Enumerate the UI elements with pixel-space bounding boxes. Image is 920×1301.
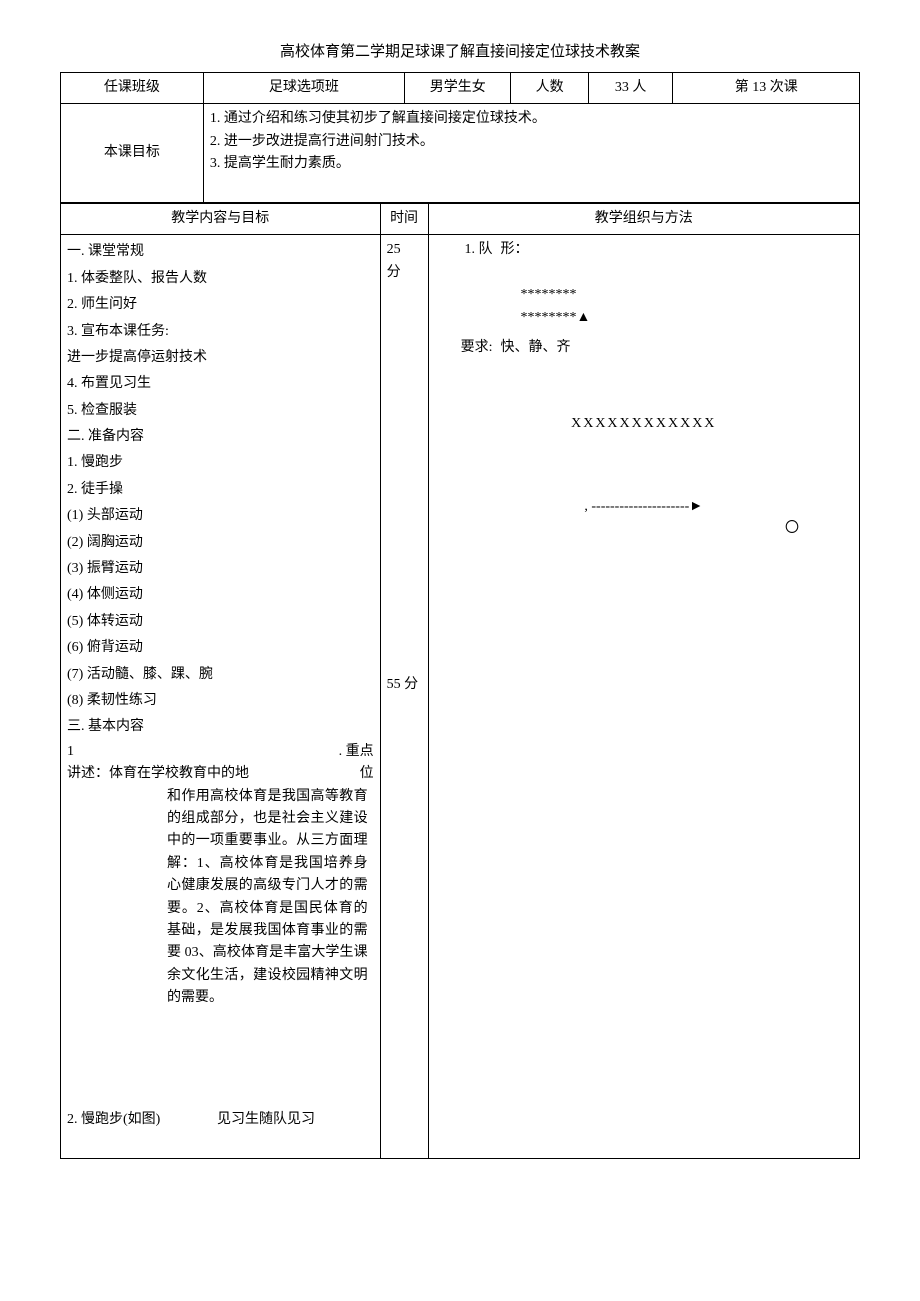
- lecture-line: 讲述：体育在学校教育中的地: [67, 763, 249, 785]
- time-cell: 25 分 55 分: [380, 235, 428, 1159]
- circle-marker: 〇: [429, 518, 859, 540]
- section-heading: 三. 基本内容: [67, 714, 374, 740]
- x-formation: XXXXXXXXXXXX: [429, 413, 859, 435]
- section-heading: 一. 课堂常规: [67, 239, 374, 265]
- formation-number: 1. 队: [429, 235, 497, 333]
- formation-stars-triangle: ********▲: [521, 307, 855, 329]
- list-item: 5. 检查服装: [67, 398, 374, 424]
- lecture-line-suffix: 位: [360, 763, 374, 785]
- class-value: 足球选项班: [203, 73, 404, 104]
- organization-cell: 1. 队 形： ******** ********▲ 要求: 快、静、齐 XXX…: [428, 235, 859, 1159]
- teaching-content: 一. 课堂常规 1. 体委整队、报告人数 2. 师生问好 3. 宣布本课任务: …: [61, 235, 381, 1159]
- list-item: 2. 徒手操: [67, 477, 374, 503]
- jog-item: 2. 慢跑步(如图): [67, 1109, 217, 1131]
- requirement-label: 要求:: [429, 333, 497, 363]
- col-time: 时间: [380, 203, 428, 234]
- item-suffix: . 重点: [339, 741, 374, 763]
- lesson-table: 任课班级 足球选项班 男学生女 人数 33 人 第 13 次课 本课目标 1. …: [60, 72, 860, 203]
- objectives-label: 本课目标: [61, 104, 204, 203]
- formation-text: 形：: [501, 239, 855, 261]
- exercise-item: (3) 振臂运动: [67, 556, 374, 582]
- item-number: 1: [67, 741, 74, 763]
- exercise-item: (7) 活动髓、膝、踝、腕: [67, 662, 374, 688]
- lecture-description: 和作用高校体育是我国高等教育的组成部分，也是社会主义建设中的一项重要事业。从三方…: [67, 786, 374, 1010]
- list-item: 1. 体委整队、报告人数: [67, 266, 374, 292]
- objectives-cell: 1. 通过介绍和练习使其初步了解直接间接定位球技术。 2. 进一步改进提高行进间…: [203, 104, 859, 203]
- list-item: 4. 布置见习生: [67, 371, 374, 397]
- exercise-item: (8) 柔韧性练习: [67, 688, 374, 714]
- time-unit: 分: [387, 262, 422, 284]
- lesson-number: 第 13 次课: [673, 73, 860, 104]
- count-value: 33 人: [588, 73, 673, 104]
- exercise-item: (4) 体侧运动: [67, 582, 374, 608]
- section-heading: 二. 准备内容: [67, 424, 374, 450]
- col-org: 教学组织与方法: [428, 203, 859, 234]
- col-content: 教学内容与目标: [61, 203, 381, 234]
- content-table: 教学内容与目标 时间 教学组织与方法 一. 课堂常规 1. 体委整队、报告人数 …: [60, 203, 860, 1159]
- count-label: 人数: [511, 73, 588, 104]
- page-title: 高校体育第二学期足球课了解直接间接定位球技术教案: [60, 40, 860, 64]
- formation-stars: ********: [521, 284, 855, 306]
- exercise-item: (2) 阔胸运动: [67, 530, 374, 556]
- exercise-item: (5) 体转运动: [67, 609, 374, 635]
- time-value-2: 55 分: [387, 674, 422, 696]
- objective-item: 1. 通过介绍和练习使其初步了解直接间接定位球技术。: [210, 108, 853, 130]
- exercise-item: (1) 头部运动: [67, 503, 374, 529]
- objective-item: 3. 提高学生耐力素质。: [210, 153, 853, 175]
- exercise-item: (6) 俯背运动: [67, 635, 374, 661]
- class-label: 任课班级: [61, 73, 204, 104]
- student-type: 男学生女: [404, 73, 510, 104]
- objective-item: 2. 进一步改进提高行进间射门技术。: [210, 131, 853, 153]
- time-value: 25: [387, 239, 422, 261]
- list-subitem: 进一步提高停运射技术: [67, 345, 374, 371]
- jog-note: 见习生随队见习: [217, 1109, 315, 1131]
- dash-arrow: ---------------------►: [591, 499, 703, 514]
- list-item: 2. 师生问好: [67, 292, 374, 318]
- list-item: 3. 宣布本课任务:: [67, 319, 374, 345]
- requirement-text: 快、静、齐: [497, 333, 859, 363]
- list-item: 1. 慢跑步: [67, 450, 374, 476]
